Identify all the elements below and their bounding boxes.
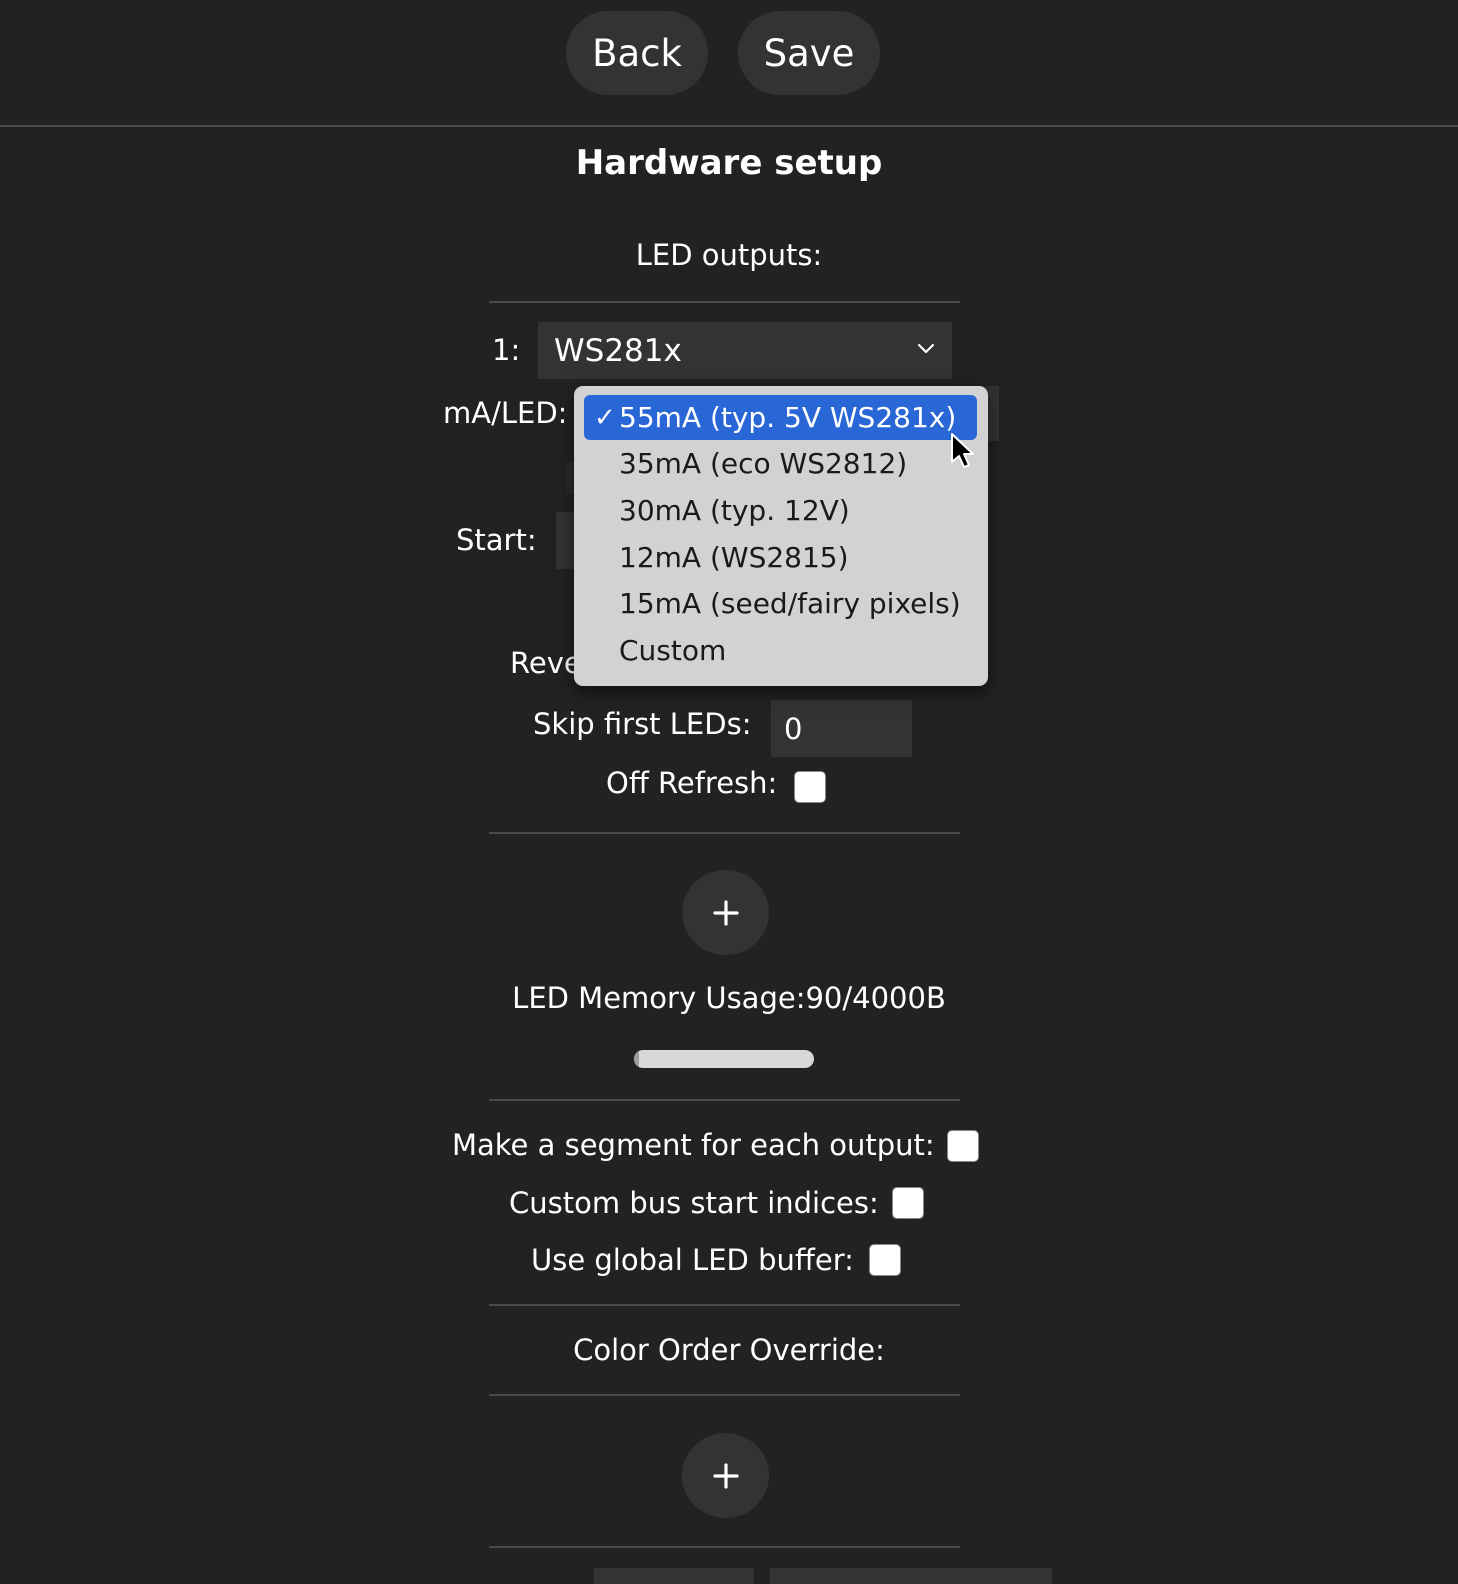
add-color-order-button[interactable] — [682, 1433, 769, 1518]
skip-first-label: Skip first LEDs: — [533, 707, 752, 741]
global-led-buffer-label: Use global LED buffer: — [531, 1243, 854, 1277]
ma-option-30[interactable]: 30mA (typ. 12V) — [584, 488, 977, 533]
segment-per-output-checkbox[interactable] — [947, 1130, 979, 1162]
output-index-label: 1: — [492, 333, 521, 367]
global-led-buffer-checkbox[interactable] — [869, 1244, 901, 1276]
ma-option-15[interactable]: 15mA (seed/fairy pixels) — [584, 581, 977, 626]
custom-bus-start-label: Custom bus start indices: — [509, 1186, 879, 1220]
start-label: Start: — [456, 523, 537, 557]
divider — [489, 1394, 960, 1396]
ma-per-led-dropdown-menu: ✓ 55mA (typ. 5V WS281x) 35mA (eco WS2812… — [574, 386, 988, 686]
chevron-down-icon — [917, 343, 935, 354]
hidden-field-edge — [566, 462, 574, 494]
checkmark-icon: ✓ — [594, 403, 616, 433]
add-output-button[interactable] — [682, 870, 769, 955]
hardware-setup-page: Back Save Hardware setup LED outputs: 1:… — [0, 0, 1458, 1584]
plus-icon — [712, 899, 739, 926]
color-order-override-heading: Color Order Override: — [573, 1333, 885, 1367]
reverse-label: Reve — [510, 646, 582, 680]
bottom-control-left[interactable] — [594, 1568, 754, 1584]
skip-first-input[interactable]: 0 — [771, 700, 912, 757]
ma-option-55[interactable]: ✓ 55mA (typ. 5V WS281x) — [584, 395, 977, 440]
back-button[interactable]: Back — [566, 11, 708, 95]
start-input[interactable] — [556, 512, 574, 569]
led-memory-usage-bar — [634, 1050, 814, 1068]
plus-icon — [712, 1462, 739, 1489]
custom-bus-start-checkbox[interactable] — [892, 1187, 924, 1219]
segment-per-output-label: Make a segment for each output: — [452, 1128, 935, 1162]
divider — [489, 1099, 960, 1101]
led-type-value: WS281x — [554, 332, 682, 369]
save-button[interactable]: Save — [738, 11, 880, 95]
ma-per-led-label: mA/LED: — [443, 396, 568, 430]
led-memory-usage-fill — [634, 1050, 639, 1068]
divider — [489, 301, 960, 303]
ma-option-35[interactable]: 35mA (eco WS2812) — [584, 441, 977, 486]
divider — [489, 1304, 960, 1306]
ma-option-12[interactable]: 12mA (WS2815) — [584, 535, 977, 580]
off-refresh-label: Off Refresh: — [606, 766, 778, 800]
ma-option-custom[interactable]: Custom — [584, 628, 977, 673]
bottom-control-right[interactable] — [770, 1568, 1052, 1584]
off-refresh-checkbox[interactable] — [794, 771, 826, 803]
led-type-select[interactable]: WS281x — [538, 322, 952, 379]
led-outputs-heading: LED outputs: — [635, 238, 823, 272]
led-memory-usage-label: LED Memory Usage:90/4000B — [512, 981, 946, 1015]
page-title: Hardware setup — [575, 143, 883, 183]
divider — [489, 1546, 960, 1548]
top-toolbar: Back Save — [0, 0, 1458, 127]
mouse-pointer-icon — [951, 433, 974, 468]
divider — [489, 832, 960, 834]
